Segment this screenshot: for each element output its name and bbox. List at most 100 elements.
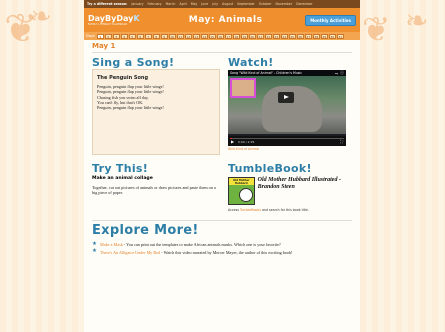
day-button[interactable]: 26	[296, 33, 304, 39]
header-bar: DayByDayK FAMILY LITERACY CALENDAR May: …	[84, 8, 360, 32]
day-button[interactable]: 12	[184, 33, 192, 39]
day-button[interactable]: 2	[104, 33, 112, 39]
day-button[interactable]: 18	[232, 33, 240, 39]
fullscreen-icon[interactable]: ⛶	[340, 139, 343, 144]
day-button[interactable]: 24	[280, 33, 288, 39]
day-button[interactable]: 7	[144, 33, 152, 39]
day-button[interactable]: 3	[112, 33, 120, 39]
try-text: Together, cut out pictures of animals or…	[92, 185, 216, 196]
video-thumbnail	[228, 76, 346, 134]
day-button[interactable]: 8	[152, 33, 160, 39]
inset-image	[230, 78, 256, 98]
day-button[interactable]: 28	[312, 33, 320, 39]
access-prefix: Access	[228, 208, 239, 212]
list-item: ★ Make a Mask - You can print out the te…	[92, 240, 352, 248]
day-button[interactable]: 22	[264, 33, 272, 39]
season-nav-link[interactable]: July	[212, 2, 218, 6]
explore-list: ★ Make a Mask - You can print out the te…	[92, 240, 352, 256]
day-button[interactable]: 6	[136, 33, 144, 39]
song-box: The Penguin Song Penguin, penguin flap y…	[92, 69, 220, 155]
days-label: Days	[86, 34, 95, 38]
video-player[interactable]: Song "Wild Kind of Animal" - Children's …	[228, 70, 346, 146]
logo-subtitle: FAMILY LITERACY CALENDAR	[88, 22, 128, 26]
day-selector: Days 1 2 3 4 5 6 7 8 9 10 11 12 13 14 15 16 17 18 19 20 21 22…	[84, 32, 360, 40]
season-nav-link[interactable]: May	[191, 2, 198, 6]
divider	[92, 220, 352, 221]
book-title: Old Mother Hubbard Illustrated - Brandon…	[257, 177, 341, 190]
access-suffix: and search for this book title.	[262, 208, 309, 212]
book-cover-title: Old Mother Hubbard	[229, 178, 254, 185]
top-season-nav: Try a different season: January February M…	[84, 0, 360, 8]
try-section: Try This! Make an animal collage Togethe…	[92, 163, 220, 212]
leaf-decoration-icon: ❧	[405, 4, 429, 37]
song-line: Penguin, penguin flap your little wings!	[97, 105, 164, 111]
leaf-decoration-icon: ❧	[30, 2, 52, 32]
tumble-section: TumbleBook! Old Mother Hubbard Old Mothe…	[228, 163, 346, 212]
list-item-text: - Watch this video narrated by Mercer Ma…	[160, 249, 293, 255]
day-button[interactable]: 10	[168, 33, 176, 39]
page-title: May: Animals	[188, 15, 263, 25]
season-nav-link[interactable]: August	[222, 2, 233, 6]
season-nav-link[interactable]: September	[237, 2, 255, 6]
day-button[interactable]: 15	[208, 33, 216, 39]
day-button[interactable]: 4	[120, 33, 128, 39]
season-nav-label: Try a different season:	[87, 2, 128, 6]
season-nav-link[interactable]: April	[179, 2, 186, 6]
video-controls: ▶ 0:00 / 2:25 ⛶	[228, 136, 346, 146]
video-progress-bar[interactable]	[230, 138, 344, 139]
day-button[interactable]: 1	[96, 33, 104, 39]
explore-heading: Explore More!	[92, 223, 199, 238]
video-caption-link[interactable]: Wild Kind of Animal	[228, 147, 346, 151]
day-button[interactable]: 23	[272, 33, 280, 39]
share-icon[interactable]: ⤳	[335, 71, 338, 76]
list-item: ★ There's An Alligator Under My Bed - Wa…	[92, 248, 352, 256]
logo[interactable]: DayByDayK FAMILY LITERACY CALENDAR	[88, 13, 146, 26]
video-title[interactable]: Song "Wild Kind of Animal" - Children's …	[230, 71, 333, 75]
book-cover[interactable]: Old Mother Hubbard	[228, 177, 255, 205]
day-button[interactable]: 13	[192, 33, 200, 39]
season-nav-link[interactable]: March	[166, 2, 176, 6]
play-icon[interactable]: ▶	[231, 139, 234, 144]
tumblebooks-link[interactable]: TumbleBooks	[240, 208, 261, 212]
day-button[interactable]: 31	[336, 33, 344, 39]
info-icon[interactable]: ⓘ	[340, 70, 344, 76]
leaf-decoration-icon: ❦	[362, 10, 391, 50]
star-icon: ★	[92, 248, 97, 255]
date-heading: May 1	[92, 42, 352, 53]
day-button[interactable]: 9	[160, 33, 168, 39]
day-button[interactable]: 17	[224, 33, 232, 39]
alligator-video-link[interactable]: There's An Alligator Under My Bed	[100, 250, 160, 255]
song-title: The Penguin Song	[97, 75, 149, 81]
day-button[interactable]: 19	[240, 33, 248, 39]
monthly-activities-button[interactable]: Monthly Activities	[305, 14, 356, 26]
season-nav-link[interactable]: January	[131, 2, 143, 6]
season-nav-link[interactable]: June	[201, 2, 208, 6]
season-nav-link[interactable]: October	[259, 2, 272, 6]
day-button[interactable]: 20	[248, 33, 256, 39]
season-nav-link[interactable]: December	[296, 2, 313, 6]
day-button[interactable]: 16	[216, 33, 224, 39]
main-content: May 1 Sing a Song! The Penguin Song Peng…	[84, 40, 360, 332]
season-nav-link[interactable]: November	[276, 2, 293, 6]
logo-text: DayByDay	[88, 13, 134, 23]
video-time: 0:00 / 2:25	[238, 140, 255, 144]
star-icon: ★	[92, 240, 97, 247]
day-button[interactable]: 27	[304, 33, 312, 39]
day-button[interactable]: 30	[328, 33, 336, 39]
season-nav-link[interactable]: February	[148, 2, 162, 6]
day-button[interactable]: 5	[128, 33, 136, 39]
day-button[interactable]: 29	[320, 33, 328, 39]
play-button-icon[interactable]	[278, 92, 294, 103]
watch-section: Watch! Song "Wild Kind of Animal" - Chil…	[228, 57, 346, 155]
explore-section: Explore More! ★ Make a Mask - You can pr…	[92, 223, 352, 256]
make-a-mask-link[interactable]: Make a Mask	[100, 242, 123, 247]
day-button[interactable]: 25	[288, 33, 296, 39]
tumble-access-text: Access TumbleBooks and search for this b…	[228, 208, 346, 212]
watch-heading: Watch!	[228, 56, 274, 69]
day-button[interactable]: 21	[256, 33, 264, 39]
try-subtitle: Make an animal collage	[92, 176, 153, 181]
day-button[interactable]: 11	[176, 33, 184, 39]
day-button[interactable]: 14	[200, 33, 208, 39]
logo-k: K	[133, 13, 140, 23]
page-container: Try a different season: January February M…	[84, 0, 360, 332]
